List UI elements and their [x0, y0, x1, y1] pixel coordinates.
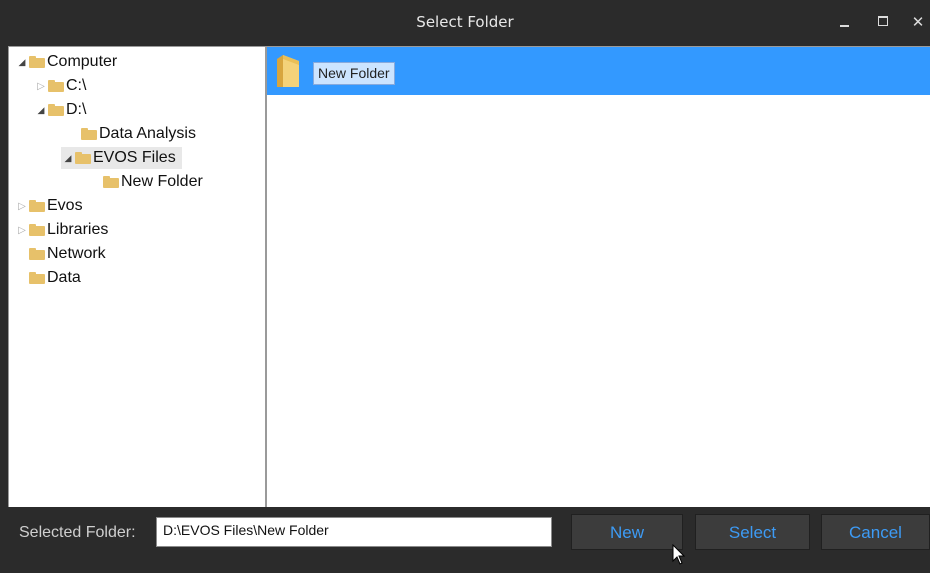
- selected-folder-path-field[interactable]: D:\EVOS Files\New Folder: [156, 517, 552, 547]
- list-item[interactable]: New Folder: [267, 47, 930, 95]
- folder-icon: [29, 200, 45, 212]
- select-folder-window: Select Folder ✕ ◢ Computer ▷ C:\ ◢ D:\ D…: [0, 0, 930, 573]
- folder-icon: [75, 152, 91, 164]
- tree-node-label: New Folder: [121, 173, 203, 190]
- tree-node-label: Data Analysis: [99, 125, 196, 142]
- tree-node-label: Libraries: [47, 221, 109, 238]
- tree-node-network[interactable]: Network: [15, 243, 106, 265]
- browser-area: ◢ Computer ▷ C:\ ◢ D:\ Data Analysis ◢ E…: [8, 46, 930, 508]
- folder-contents-list: New Folder: [267, 47, 930, 508]
- folder-icon: [29, 224, 45, 236]
- tree-node-libraries[interactable]: ▷ Libraries: [15, 219, 108, 241]
- cancel-button[interactable]: Cancel: [821, 514, 930, 550]
- tree-node-new-folder[interactable]: New Folder: [89, 171, 203, 193]
- list-item-rename-label[interactable]: New Folder: [313, 62, 395, 85]
- expand-arrow-icon[interactable]: ◢: [61, 147, 75, 169]
- tree-node-evos-files[interactable]: ◢ EVOS Files: [61, 147, 182, 169]
- minimize-button[interactable]: [832, 10, 858, 34]
- folder-icon: [81, 128, 97, 140]
- folder-icon: [29, 272, 45, 284]
- tree-node-label: Evos: [47, 197, 83, 214]
- close-button[interactable]: ✕: [905, 10, 930, 34]
- tree-node-label: Data: [47, 269, 81, 286]
- tree-node-label: Network: [47, 245, 106, 262]
- folder-icon: [29, 56, 45, 68]
- tree-node-data-analysis[interactable]: Data Analysis: [67, 123, 196, 145]
- tree-node-evos[interactable]: ▷ Evos: [15, 195, 83, 217]
- collapsed-arrow-icon[interactable]: ▷: [15, 219, 29, 241]
- expand-arrow-icon[interactable]: ◢: [34, 99, 48, 121]
- title-bar: Select Folder ✕: [0, 0, 930, 46]
- tree-node-d-drive[interactable]: ◢ D:\: [34, 99, 87, 121]
- tree-node-label: D:\: [66, 101, 87, 118]
- expand-arrow-icon[interactable]: ◢: [15, 51, 29, 73]
- tree-node-label: C:\: [66, 77, 87, 94]
- bottom-bar: Selected Folder: D:\EVOS Files\New Folde…: [0, 507, 930, 573]
- selected-folder-label: Selected Folder:: [19, 524, 136, 541]
- folder-icon: [277, 55, 299, 87]
- close-icon: ✕: [911, 13, 925, 31]
- maximize-button[interactable]: [870, 10, 896, 34]
- tree-node-data[interactable]: Data: [15, 267, 81, 289]
- collapsed-arrow-icon[interactable]: ▷: [15, 195, 29, 217]
- tree-node-c-drive[interactable]: ▷ C:\: [34, 75, 86, 97]
- mouse-cursor-icon: [672, 544, 686, 565]
- tree-node-label: Computer: [47, 53, 118, 70]
- window-title: Select Folder: [416, 13, 514, 31]
- folder-icon: [103, 176, 119, 188]
- tree-node-computer[interactable]: ◢ Computer: [15, 51, 118, 73]
- collapsed-arrow-icon[interactable]: ▷: [34, 75, 48, 97]
- folder-icon: [48, 80, 64, 92]
- tree-node-label: EVOS Files: [93, 149, 176, 166]
- select-button[interactable]: Select: [695, 514, 810, 550]
- new-button[interactable]: New: [571, 514, 683, 550]
- folder-icon: [29, 248, 45, 260]
- folder-tree: ◢ Computer ▷ C:\ ◢ D:\ Data Analysis ◢ E…: [9, 47, 265, 508]
- folder-icon: [48, 104, 64, 116]
